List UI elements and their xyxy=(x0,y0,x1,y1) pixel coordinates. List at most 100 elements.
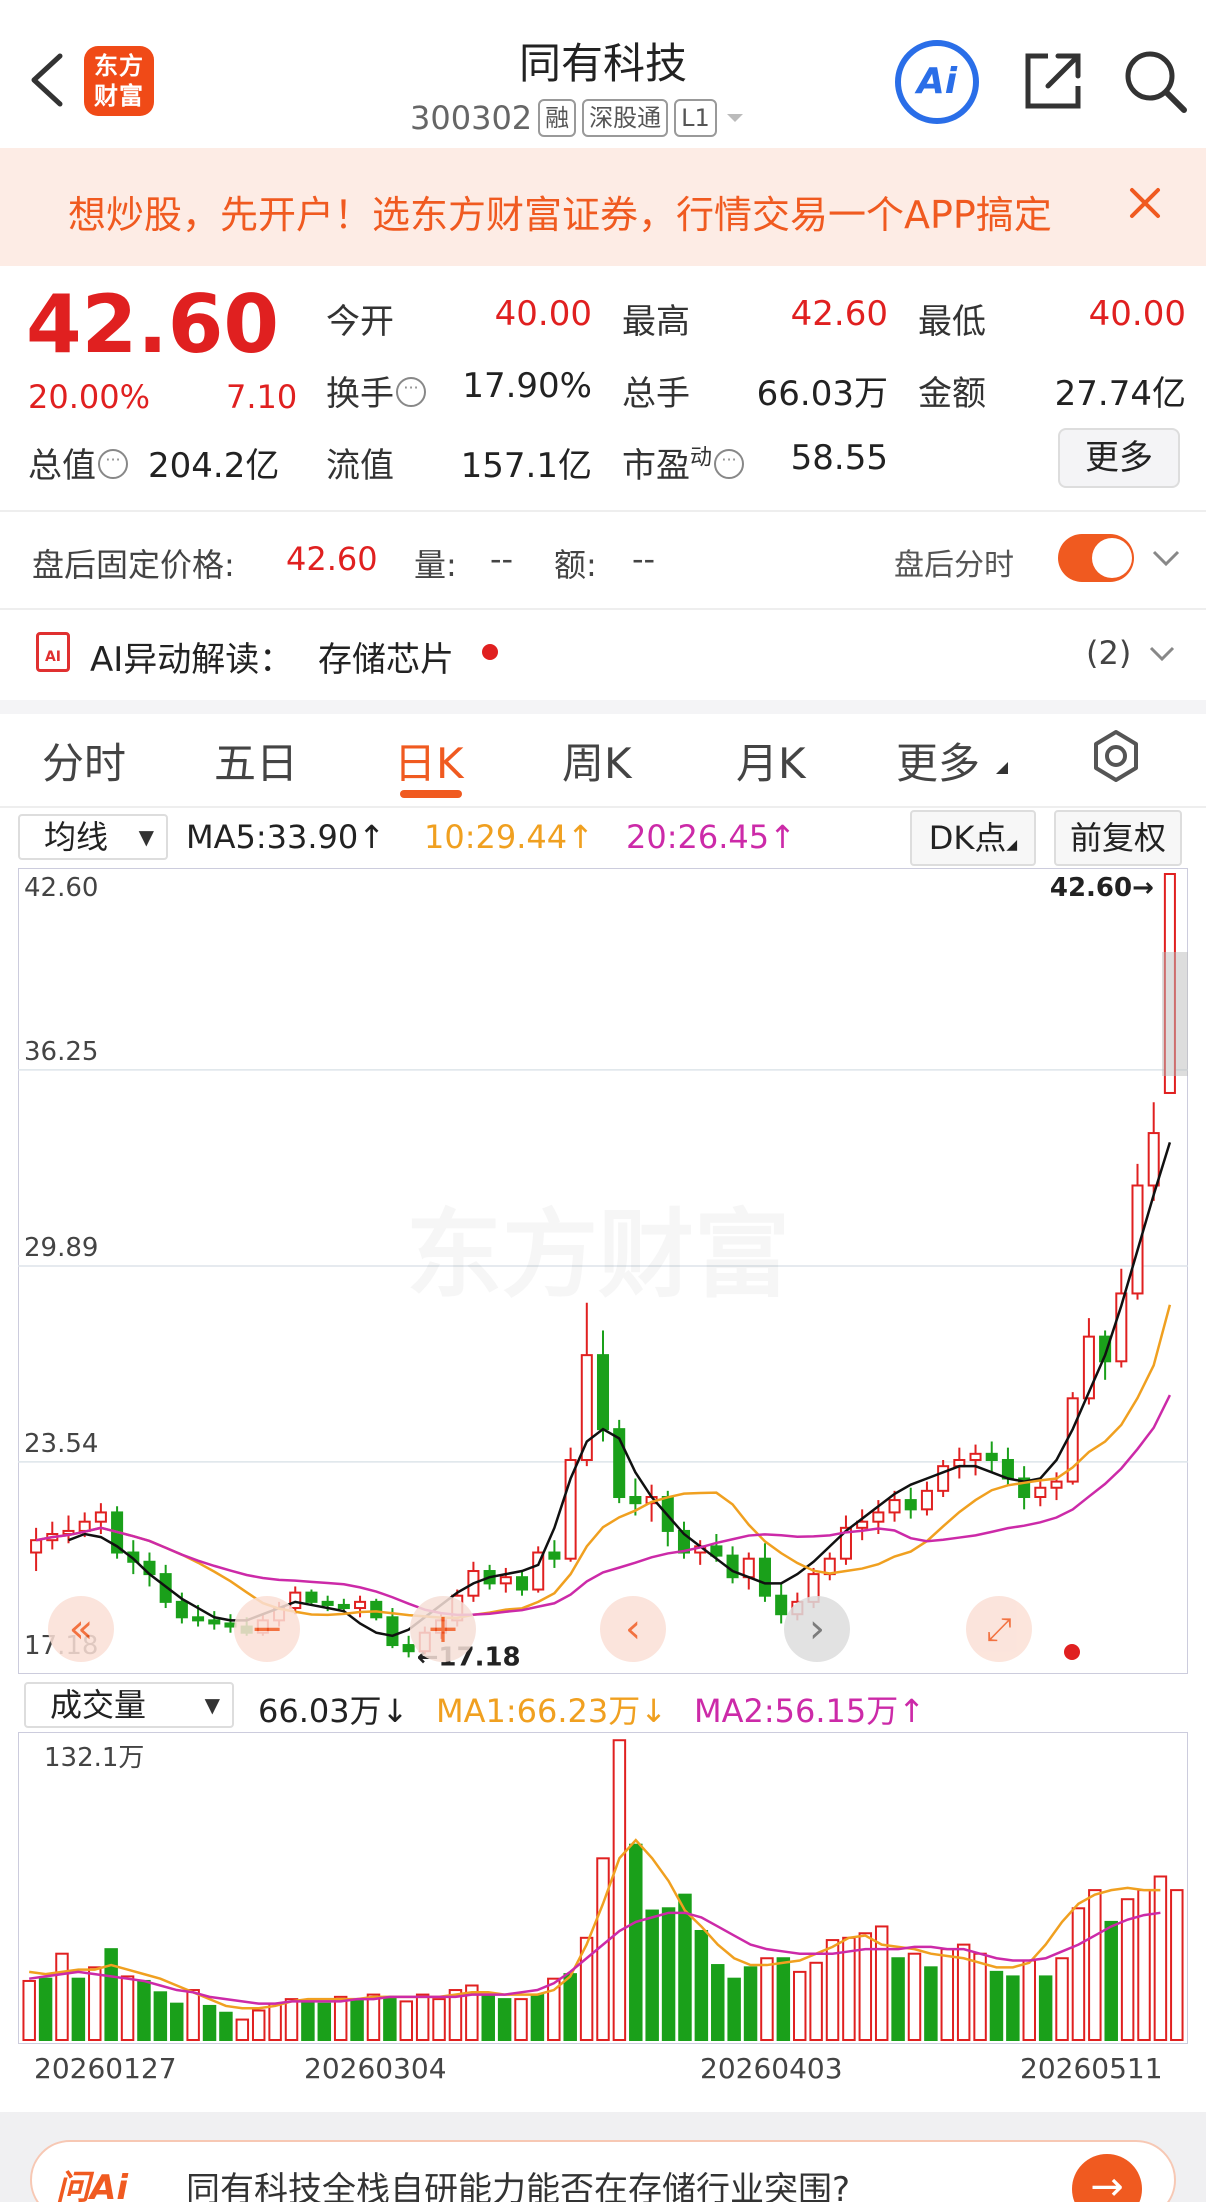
stat-label-amount: 金额 xyxy=(918,374,986,414)
ai-question-card[interactable]: 问Ai 同有科技全栈自研能力能否在存储行业突围? → xyxy=(30,2140,1176,2202)
candle-body xyxy=(710,1545,723,1557)
stock-code-row[interactable]: 300302 融 深股通 L1 xyxy=(410,96,747,140)
volume-bar xyxy=(186,1989,200,2041)
volume-bar xyxy=(137,1979,151,2042)
candle-body xyxy=(337,1603,350,1610)
tab-five-day[interactable]: 五日 xyxy=(214,730,298,791)
stat-value-volume: 66.03万 xyxy=(756,374,888,414)
ma10-value: 10:29.44↑ xyxy=(424,818,594,856)
indicator-select[interactable]: 均线 ▼ xyxy=(18,814,168,860)
tab-more[interactable]: 更多 xyxy=(896,730,980,791)
volume-bar xyxy=(317,2002,332,2041)
prev-button[interactable]: ‹ xyxy=(600,1596,666,1662)
tab-daily-k[interactable]: 日K xyxy=(394,730,464,791)
candle-body xyxy=(370,1600,383,1619)
volume-value: 66.03万↓ xyxy=(258,1692,409,1730)
candle-body xyxy=(726,1554,739,1579)
info-icon[interactable]: ··· xyxy=(396,376,426,407)
volume-bar xyxy=(1022,1959,1036,2041)
volume-bar xyxy=(645,1909,659,2041)
settings-gear-icon[interactable] xyxy=(1088,728,1144,784)
volume-bar xyxy=(973,1952,987,2041)
after-hours-label: 盘后固定价格: xyxy=(32,546,235,584)
next-button[interactable]: › xyxy=(784,1596,850,1662)
ma5-value: MA5:33.90↑ xyxy=(186,818,386,856)
info-icon[interactable]: ··· xyxy=(714,448,745,479)
candle-body xyxy=(904,1499,917,1511)
ai-reading-label[interactable]: AI异动解读： xyxy=(90,632,293,681)
candle-body xyxy=(402,1644,415,1653)
max-price-label: 42.60→ xyxy=(1050,873,1154,903)
stat-value-low: 40.00 xyxy=(1088,294,1186,334)
y-tick-label: 23.54 xyxy=(24,1429,98,1459)
candle-body xyxy=(386,1616,399,1647)
volume-bar xyxy=(661,1907,676,2041)
stat-value-high: 42.60 xyxy=(790,294,888,334)
volume-bar xyxy=(235,2018,250,2042)
change-percent: 20.00% xyxy=(28,378,151,416)
share-icon[interactable] xyxy=(1018,46,1088,116)
close-icon[interactable] xyxy=(1120,178,1170,228)
volume-bar xyxy=(1055,1957,1069,2042)
ai-brand-icon: 问Ai xyxy=(56,2168,128,2202)
dk-point-button[interactable]: DK点◢ xyxy=(910,810,1036,866)
x-tick-label: 20260127 xyxy=(34,2052,177,2085)
volume-bar xyxy=(989,1970,1004,2041)
stat-label-low: 最低 xyxy=(918,302,986,342)
volume-bar xyxy=(711,1964,725,2041)
candle-body xyxy=(192,1616,205,1622)
stat-value-open: 40.00 xyxy=(494,294,592,334)
volume-ma1: MA1:66.23万↓ xyxy=(436,1692,668,1730)
stat-label-volume: 总手 xyxy=(622,374,690,414)
jump-start-button[interactable]: « xyxy=(48,1596,114,1662)
ai-reading-count[interactable]: (2) xyxy=(1086,634,1131,672)
tab-timeshare[interactable]: 分时 xyxy=(42,730,126,791)
volume-bar xyxy=(1104,1920,1118,2041)
x-tick-label: 20260403 xyxy=(700,2052,843,2085)
tab-weekly-k[interactable]: 周K xyxy=(562,730,632,791)
candle-body xyxy=(354,1600,367,1610)
volume-bar xyxy=(1137,1889,1151,2041)
candle-body xyxy=(1034,1486,1047,1499)
ai-reading-topic[interactable]: 存储芯片 xyxy=(318,632,454,681)
volume-select-label: 成交量 xyxy=(50,1686,147,1724)
chevron-down-icon[interactable] xyxy=(1150,546,1182,570)
stat-value-amount: 27.74亿 xyxy=(1054,374,1186,414)
y-tick-label: 42.60 xyxy=(24,873,98,903)
ai-assistant-button[interactable]: Ai xyxy=(895,40,979,124)
stat-value-float-cap: 157.1亿 xyxy=(460,446,592,486)
volume-bar xyxy=(104,1948,118,2041)
fullscreen-button[interactable]: ⤢ xyxy=(966,1596,1032,1662)
scroll-indicator[interactable] xyxy=(1162,952,1188,1076)
candle-body xyxy=(208,1619,221,1625)
chevron-down-icon[interactable] xyxy=(1148,644,1176,664)
volume-bar xyxy=(153,1991,168,2042)
adjust-mode-button[interactable]: 前复权 xyxy=(1054,810,1182,866)
kline-chart[interactable]: 东方财富 42.6036.2529.8923.5417.18 42.60→←17… xyxy=(18,868,1188,1674)
volume-bar xyxy=(1071,1907,1086,2041)
info-icon[interactable]: ··· xyxy=(98,448,128,479)
arrow-right-icon[interactable]: → xyxy=(1072,2154,1142,2202)
volume-chart[interactable]: 132.1万 xyxy=(18,1732,1188,2044)
more-stats-button[interactable]: 更多 xyxy=(1058,428,1180,488)
stat-label-turnover: 换手 ··· xyxy=(326,366,426,415)
volume-bar xyxy=(120,1975,135,2041)
volume-bar xyxy=(563,1973,577,2042)
volume-bar xyxy=(940,1948,955,2041)
stat-label-open: 今开 xyxy=(326,302,394,342)
candle-body xyxy=(985,1452,998,1461)
section-gap xyxy=(0,700,1206,714)
candle-body xyxy=(94,1511,107,1523)
volume-max-label: 132.1万 xyxy=(44,1743,144,1773)
promo-banner[interactable]: 想炒股，先开户！选东方财富证券，行情交易一个APP搞定 xyxy=(0,148,1206,266)
ai-question-text: 同有科技全栈自研能力能否在存储行业突围? xyxy=(186,2170,851,2202)
stat-label-market-cap: 总值 ··· xyxy=(28,438,128,487)
zoom-out-button[interactable]: − xyxy=(234,1596,300,1662)
tab-monthly-k[interactable]: 月K xyxy=(736,730,806,791)
zoom-in-button[interactable]: + xyxy=(410,1596,476,1662)
candle-body xyxy=(515,1576,529,1591)
promo-text: 想炒股，先开户！选东方财富证券，行情交易一个APP搞定 xyxy=(68,193,1052,237)
search-icon[interactable] xyxy=(1120,46,1190,116)
volume-indicator-select[interactable]: 成交量 ▼ xyxy=(24,1682,234,1728)
candle-body xyxy=(920,1489,933,1511)
